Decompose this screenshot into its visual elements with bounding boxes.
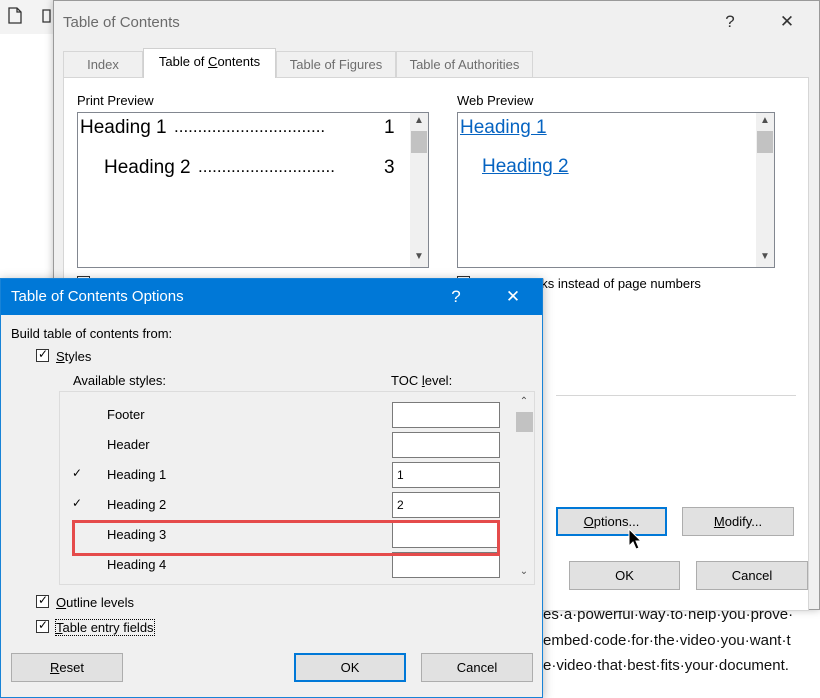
document-text-line: e·video·that·best·fits·your·document. — [543, 657, 789, 674]
scrollbar[interactable]: ▲ ▼ — [410, 113, 428, 267]
outline-levels-checkbox[interactable]: ✓ — [36, 593, 49, 608]
preview-heading-1: Heading 1 — [80, 117, 167, 138]
web-preview-heading-1-link[interactable]: Heading 1 — [460, 117, 547, 139]
build-from-label: Build table of contents from: — [11, 326, 173, 341]
mouse-cursor-icon — [628, 528, 643, 550]
scroll-down-icon[interactable]: ⌄ — [516, 566, 532, 577]
style-name: Header — [107, 437, 150, 452]
print-preview-box[interactable]: Heading 1 ..............................… — [77, 112, 429, 268]
reset-button[interactable]: Reset — [11, 653, 123, 682]
cancel-button[interactable]: Cancel — [421, 653, 533, 682]
checkmark-icon: ✓ — [72, 466, 83, 480]
close-button[interactable]: ✕ — [772, 12, 802, 32]
available-styles-list[interactable]: Footer Header ✓ Heading 1 1 ✓ Heading 2 … — [59, 391, 535, 585]
style-name: Heading 1 — [107, 467, 167, 482]
scroll-up-icon[interactable]: ⌃ — [516, 396, 532, 407]
options-title-bar: Table of Contents Options ? ✕ — [1, 279, 542, 315]
toc-level-header: TOC level: — [391, 373, 453, 388]
scrollbar[interactable]: ▲ ▼ — [756, 113, 774, 267]
list-item[interactable]: Footer — [60, 400, 514, 430]
modify-button[interactable]: Modify... — [682, 507, 794, 536]
scroll-thumb[interactable] — [516, 412, 533, 432]
preview-page-number: 3 — [384, 157, 395, 178]
list-item[interactable]: Heading 4 — [60, 550, 514, 580]
ok-button[interactable]: OK — [569, 561, 680, 590]
scroll-thumb[interactable] — [757, 131, 773, 153]
options-dialog-title: Table of Contents Options — [11, 288, 184, 305]
web-preview-box[interactable]: Heading 1 Heading 2 ▲ ▼ — [457, 112, 775, 268]
scroll-thumb[interactable] — [411, 131, 427, 153]
preview-dot-leader: ................................ — [174, 117, 326, 136]
outline-levels-label: Outline levels — [56, 595, 135, 610]
scroll-down-icon[interactable]: ▼ — [757, 251, 773, 262]
ok-button[interactable]: OK — [294, 653, 406, 682]
use-hyperlinks-label: nks instead of page numbers — [534, 276, 701, 291]
toc-level-input[interactable] — [392, 522, 500, 548]
list-item[interactable]: ✓ Heading 1 1 — [60, 460, 514, 490]
preview-dot-leader: ............................. — [198, 157, 335, 176]
scrollbar[interactable]: ⌃ ⌄ — [515, 392, 534, 584]
quick-access-toolbar — [0, 0, 60, 34]
checkmark-icon: ✓ — [38, 347, 49, 361]
cancel-button[interactable]: Cancel — [696, 561, 808, 590]
toc-options-dialog: Table of Contents Options ? ✕ Build tabl… — [0, 278, 543, 698]
web-preview-heading-2-link[interactable]: Heading 2 — [482, 156, 569, 178]
toc-level-input[interactable] — [392, 552, 500, 578]
new-document-icon[interactable] — [8, 7, 22, 24]
options-button[interactable]: Options... — [556, 507, 667, 536]
preview-page-number: 1 — [384, 117, 395, 138]
dialog-title: Table of Contents — [63, 14, 180, 31]
document-text-line: embed·code·for·the·video·you·want·t — [543, 632, 791, 649]
web-preview-label: Web Preview — [457, 93, 534, 108]
toc-level-input[interactable]: 2 — [392, 492, 500, 518]
print-preview-label: Print Preview — [77, 93, 154, 108]
style-name: Footer — [107, 407, 145, 422]
list-item[interactable]: ✓ Heading 2 2 — [60, 490, 514, 520]
style-name: Heading 3 — [107, 527, 167, 542]
tab-index[interactable]: Index — [63, 51, 143, 78]
table-entry-fields-label: Table entry fields — [55, 619, 155, 636]
style-name: Heading 2 — [107, 497, 167, 512]
scroll-up-icon[interactable]: ▲ — [411, 115, 427, 126]
checkmark-icon: ✓ — [38, 618, 49, 632]
styles-checkbox[interactable]: ✓ — [36, 347, 49, 362]
close-button[interactable]: ✕ — [498, 287, 528, 307]
toc-level-input[interactable] — [392, 402, 500, 428]
scroll-down-icon[interactable]: ▼ — [411, 251, 427, 262]
scroll-up-icon[interactable]: ▲ — [757, 115, 773, 126]
help-button[interactable]: ? — [441, 287, 471, 307]
checkmark-icon: ✓ — [72, 496, 83, 510]
table-entry-fields-checkbox[interactable]: ✓ — [36, 618, 49, 633]
divider — [556, 395, 796, 396]
style-name: Heading 4 — [107, 557, 167, 572]
toc-level-input[interactable]: 1 — [392, 462, 500, 488]
preview-heading-2: Heading 2 — [104, 157, 191, 178]
list-item[interactable]: Header — [60, 430, 514, 460]
tab-table-of-authorities[interactable]: Table of Authorities — [396, 51, 533, 78]
help-button[interactable]: ? — [715, 12, 745, 32]
tab-table-of-contents[interactable]: Table of Contents — [143, 48, 276, 78]
toc-level-input[interactable] — [392, 432, 500, 458]
checkmark-icon: ✓ — [38, 593, 49, 607]
tab-table-of-figures[interactable]: Table of Figures — [276, 51, 396, 78]
available-styles-header: Available styles: — [73, 373, 166, 388]
list-item[interactable]: Heading 3 — [60, 520, 514, 550]
styles-label: Styles — [56, 349, 92, 364]
